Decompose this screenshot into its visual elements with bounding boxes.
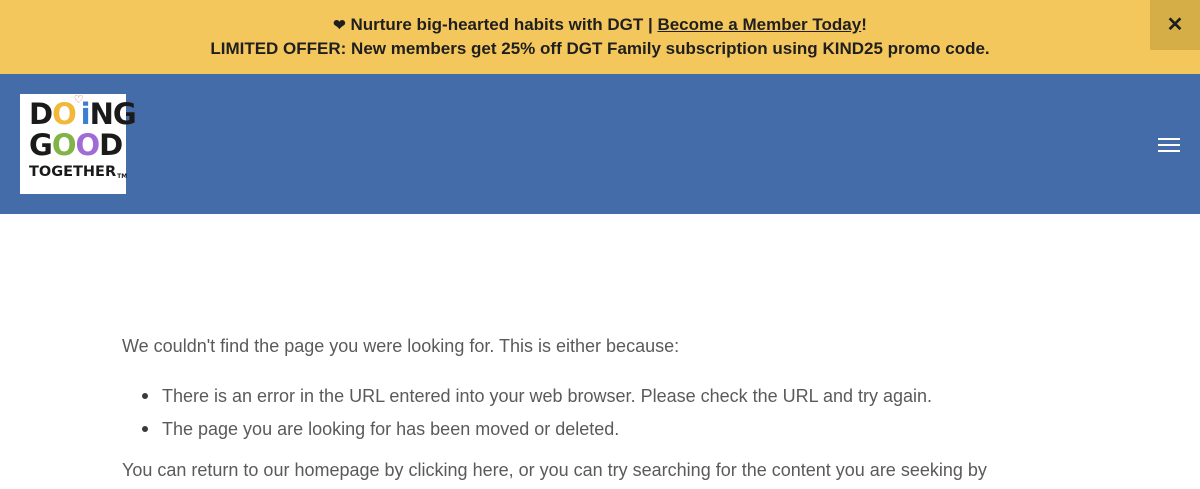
site-header: D O ♡ i NG G O O D TOGETHER TM <box>0 74 1200 214</box>
offer-suffix: promo code. <box>887 39 990 58</box>
doing-good-together-logo[interactable]: D O ♡ i NG G O O D TOGETHER TM <box>20 93 137 194</box>
announcement-bar: ❤ Nurture big-hearted habits with DGT | … <box>0 0 1200 74</box>
close-announcement-button[interactable]: ✕ <box>1150 0 1200 50</box>
announcement-text: Nurture big-hearted habits with DGT | <box>350 15 653 34</box>
logo-row-together: TOGETHER TM <box>29 164 128 180</box>
announcement-line-2: LIMITED OFFER: New members get 25% off D… <box>0 37 1200 60</box>
close-icon: ✕ <box>1166 13 1184 36</box>
become-member-link[interactable]: Become a Member Today <box>657 15 861 34</box>
heart-icon: ❤ <box>333 17 346 34</box>
not-found-content: We couldn't find the page you were looki… <box>122 334 1062 482</box>
not-found-intro: We couldn't find the page you were looki… <box>122 336 680 356</box>
offer-text: LIMITED OFFER: New members get 25% off D… <box>210 39 818 58</box>
logo-heart-icon: ♡ <box>73 93 84 106</box>
homepage-link[interactable]: here <box>473 460 509 480</box>
logo-row-doing: D O ♡ i NG <box>29 93 137 131</box>
return-home-text: You can return to our homepage by clicki… <box>122 460 987 480</box>
announcement-line-1: ❤ Nurture big-hearted habits with DGT | … <box>0 13 1200 37</box>
list-item: There is an error in the URL entered int… <box>122 384 1062 408</box>
logo-row-good: G O O D <box>29 128 123 162</box>
reasons-list: There is an error in the URL entered int… <box>122 384 1062 441</box>
hamburger-menu-icon[interactable] <box>1158 138 1180 152</box>
promo-code: KIND25 <box>822 39 883 58</box>
list-item: The page you are looking for has been mo… <box>122 417 1062 441</box>
announcement-exclamation: ! <box>861 15 867 34</box>
